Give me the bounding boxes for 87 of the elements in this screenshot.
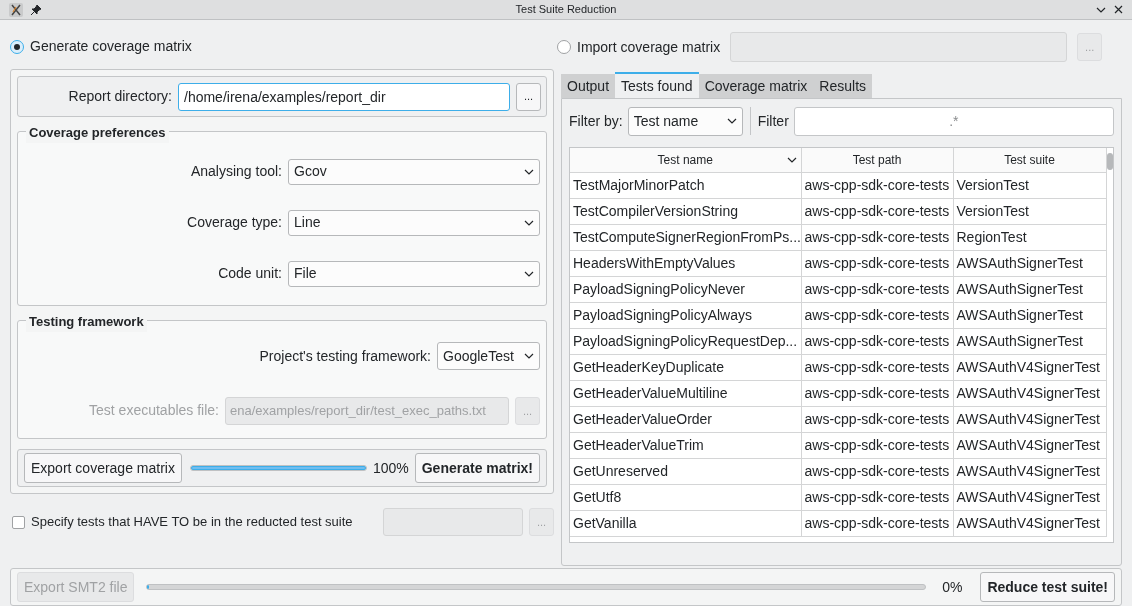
field-label: Filter bbox=[757, 111, 789, 131]
caret-icon bbox=[524, 168, 534, 175]
table-cell: aws-cpp-sdk-core-tests bbox=[801, 250, 953, 276]
field-label: Report directory: bbox=[68, 87, 172, 106]
dropdown[interactable]: Gcov bbox=[288, 158, 540, 185]
scrollbar-thumb[interactable] bbox=[1106, 153, 1113, 170]
dropdown[interactable]: Line bbox=[288, 209, 540, 236]
report-directory-field[interactable]: /home/irena/examples/report_dir bbox=[178, 82, 510, 111]
table-cell: PayloadSigningPolicyAlways bbox=[570, 302, 801, 328]
table-cell: aws-cpp-sdk-core-tests bbox=[801, 224, 953, 250]
field-label: Filter by: bbox=[569, 111, 623, 131]
table-cell: GetHeaderValueTrim bbox=[570, 432, 801, 458]
table-cell: AWSAuthSignerTest bbox=[953, 276, 1106, 302]
radio-label[interactable]: Import coverage matrix bbox=[577, 36, 721, 58]
table-cell: HeadersWithEmptyValues bbox=[570, 250, 801, 276]
progress-reading: 0% bbox=[942, 577, 963, 597]
caret-icon bbox=[726, 118, 737, 124]
table-cell: aws-cpp-sdk-core-tests bbox=[801, 354, 953, 380]
table-cell: aws-cpp-sdk-core-tests bbox=[801, 172, 953, 198]
table-cell: AWSAuthSignerTest bbox=[953, 302, 1106, 328]
sort-icon bbox=[786, 157, 797, 163]
table-cell: aws-cpp-sdk-core-tests bbox=[801, 510, 953, 536]
table-cell: AWSAuthV4SignerTest bbox=[953, 354, 1106, 380]
table-cell: AWSAuthV4SignerTest bbox=[953, 484, 1106, 510]
minimize-icon[interactable] bbox=[1096, 6, 1106, 13]
caret-icon bbox=[524, 353, 534, 360]
dropdown[interactable]: File bbox=[288, 260, 540, 287]
table-cell: TestCompilerVersionString bbox=[570, 198, 801, 224]
field-label: Project's testing framework: bbox=[259, 346, 431, 366]
table-cell: VersionTest bbox=[953, 172, 1106, 198]
table-cell: aws-cpp-sdk-core-tests bbox=[801, 302, 953, 328]
table-cell: aws-cpp-sdk-core-tests bbox=[801, 328, 953, 354]
table-cell: GetUtf8 bbox=[570, 484, 801, 510]
table-cell: aws-cpp-sdk-core-tests bbox=[801, 380, 953, 406]
column-header[interactable]: Test suite bbox=[953, 148, 1106, 172]
table-cell: PayloadSigningPolicyRequestDep... bbox=[570, 328, 801, 354]
table-cell: GetHeaderValueOrder bbox=[570, 406, 801, 432]
primary-button[interactable]: Reduce test suite! bbox=[980, 572, 1115, 602]
tab[interactable]: Results bbox=[813, 74, 873, 98]
filter-field[interactable]: .* bbox=[793, 106, 1114, 136]
table-cell: GetHeaderKeyDuplicate bbox=[570, 354, 801, 380]
radio-label[interactable]: Generate coverage matrix bbox=[30, 36, 192, 57]
caret-icon bbox=[524, 270, 534, 277]
export-button[interactable]: Export coverage matrix bbox=[24, 453, 182, 483]
table-cell: GetUnreserved bbox=[570, 458, 801, 484]
table-cell: RegionTest bbox=[953, 224, 1106, 250]
table-cell: aws-cpp-sdk-core-tests bbox=[801, 276, 953, 302]
checkbox-label[interactable]: Specify tests that HAVE TO be in the reducted test suite bbox=[31, 512, 353, 532]
table-cell: AWSAuthV4SignerTest bbox=[953, 510, 1106, 536]
table-cell: aws-cpp-sdk-core-tests bbox=[801, 484, 953, 510]
table-cell: GetHeaderValueMultiline bbox=[570, 380, 801, 406]
dropdown[interactable]: GoogleTest bbox=[437, 342, 540, 371]
field-label: Analysing tool: bbox=[190, 162, 282, 181]
tab[interactable]: Coverage matrix bbox=[698, 74, 814, 98]
table-cell: AWSAuthV4SignerTest bbox=[953, 406, 1106, 432]
table-cell: AWSAuthV4SignerTest bbox=[953, 380, 1106, 406]
column-header[interactable]: Test name bbox=[570, 148, 801, 172]
pin-icon[interactable] bbox=[31, 4, 41, 15]
table-cell: aws-cpp-sdk-core-tests bbox=[801, 406, 953, 432]
close-icon[interactable] bbox=[1114, 5, 1123, 14]
table-cell: VersionTest bbox=[953, 198, 1106, 224]
table-cell: GetVanilla bbox=[570, 510, 801, 536]
field-label: Coverage type: bbox=[187, 213, 282, 232]
field-label: Code unit: bbox=[218, 264, 282, 283]
table-cell: aws-cpp-sdk-core-tests bbox=[801, 458, 953, 484]
column-header[interactable]: Test path bbox=[801, 148, 953, 172]
radio-button[interactable] bbox=[10, 39, 24, 54]
table-cell: aws-cpp-sdk-core-tests bbox=[801, 432, 953, 458]
progress-reading: 100% bbox=[372, 458, 409, 478]
caret-icon bbox=[524, 219, 534, 226]
table-cell: AWSAuthSignerTest bbox=[953, 328, 1106, 354]
field-label: Test executables file: bbox=[89, 401, 219, 421]
table-cell: PayloadSigningPolicyNever bbox=[570, 276, 801, 302]
required-tests-field[interactable] bbox=[383, 508, 523, 536]
table-cell: AWSAuthV4SignerTest bbox=[953, 458, 1106, 484]
checkbox[interactable] bbox=[12, 515, 25, 529]
table-cell: aws-cpp-sdk-core-tests bbox=[801, 198, 953, 224]
primary-button[interactable]: Generate matrix! bbox=[414, 453, 540, 483]
window-title: Test Suite Reduction bbox=[515, 2, 617, 18]
browse-button[interactable]: ... bbox=[516, 82, 541, 111]
radio-button[interactable] bbox=[557, 40, 571, 54]
table-cell: AWSAuthSignerTest bbox=[953, 250, 1106, 276]
tab[interactable]: Output bbox=[561, 74, 616, 98]
table-cell: AWSAuthV4SignerTest bbox=[953, 432, 1106, 458]
table-cell: TestMajorMinorPatch bbox=[570, 172, 801, 198]
dropdown[interactable]: Test name bbox=[627, 106, 743, 136]
table-cell: TestComputeSignerRegionFromPs... bbox=[570, 224, 801, 250]
